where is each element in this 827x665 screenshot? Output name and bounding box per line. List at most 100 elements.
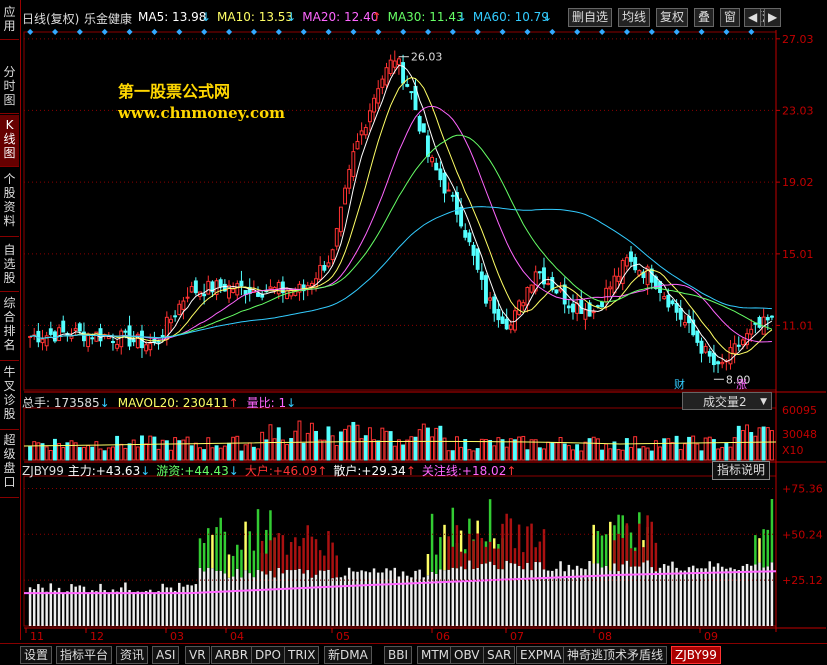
indicator-bar-white <box>588 561 591 626</box>
bottom-tab-4[interactable]: VR <box>185 646 210 664</box>
bottom-tab-7[interactable]: TRIX <box>284 646 320 664</box>
indicator-bar-white <box>327 569 330 626</box>
indicator-bar-white <box>443 570 446 626</box>
indicator-bar-white <box>621 564 624 626</box>
candle-body <box>504 318 509 330</box>
bottom-tab-3[interactable]: ASI <box>152 646 180 664</box>
bottom-tab-1[interactable]: 指标平台 <box>56 646 113 664</box>
signal-diamond-icon: ◆ <box>127 27 134 36</box>
indicator-bar-white <box>704 568 707 626</box>
indicator-bar-white <box>198 567 202 626</box>
indicator-bar-white <box>178 582 181 626</box>
indicator-bar-white <box>737 569 741 626</box>
bottom-tab-13[interactable]: EXPMA <box>516 646 566 664</box>
signal-diamond-icon: ◆ <box>301 27 308 36</box>
bottom-tab-10[interactable]: MTM <box>417 646 454 664</box>
volume-bar <box>289 438 294 461</box>
left-tab-2[interactable]: K线图 <box>0 115 19 167</box>
bottom-tab-2[interactable]: 资讯 <box>116 646 149 664</box>
signal-diamond-icon: ◆ <box>649 27 656 36</box>
volume-bar <box>571 449 575 461</box>
left-tab-1[interactable]: 分时图 <box>0 62 19 114</box>
indicator-bar-white <box>625 560 629 626</box>
indicator-bar-white <box>725 568 728 626</box>
volume-bar <box>608 448 613 461</box>
indicator-bar-white <box>497 569 500 626</box>
bottom-tab-12[interactable]: SAR <box>483 646 516 664</box>
indicator-bar-white <box>194 584 198 626</box>
indicator-bar-red <box>530 523 533 571</box>
candle-body <box>338 206 343 233</box>
indicator-bar-white <box>240 577 243 626</box>
left-tab-4[interactable]: 自选股 <box>0 240 19 292</box>
candle-body <box>392 60 397 68</box>
candle-body <box>73 328 78 331</box>
indicator-bar-white <box>679 570 682 626</box>
candle-body <box>330 249 335 261</box>
indicator-bar-white <box>505 560 508 626</box>
indicator-bar-white <box>144 591 148 626</box>
bottom-tab-0[interactable]: 设置 <box>20 646 53 664</box>
candle-body <box>479 271 484 280</box>
volume-bar <box>707 436 712 461</box>
indicator-bar-red <box>335 555 339 578</box>
indicator-item-label-3: 散户: <box>333 464 362 478</box>
indicator-axis-label: +25.12 <box>782 574 823 587</box>
bottom-tab-15[interactable]: ZJBY99 <box>671 646 721 664</box>
volume-bar <box>135 446 140 461</box>
volume-bar <box>330 435 335 461</box>
volume-bar <box>94 441 99 461</box>
indicator-bar-white <box>646 560 649 626</box>
candle-body <box>550 277 555 291</box>
price-axis-label: 15.01 <box>782 248 814 261</box>
x-axis-label: 05 <box>336 630 350 640</box>
bottom-tab-5[interactable]: ARBR <box>211 646 253 664</box>
volume-bar <box>280 439 285 461</box>
candle-body <box>343 187 348 205</box>
x-axis-label: 09 <box>704 630 718 640</box>
bottom-tab-11[interactable]: OBV <box>450 646 484 664</box>
left-tab-0[interactable]: 应用 <box>0 2 19 40</box>
bottom-tab-8[interactable]: 新DMA <box>324 646 372 664</box>
indicator-explain-button[interactable]: 指标说明 <box>712 461 771 480</box>
indicator-bar-red <box>463 553 467 570</box>
indicator-bar-white <box>132 591 135 626</box>
ma-line-30 <box>30 134 773 339</box>
volume-bar <box>256 448 260 461</box>
left-tab-5[interactable]: 综合排名 <box>0 293 19 361</box>
indicator-bar-green <box>609 521 612 571</box>
candle-body <box>347 169 352 189</box>
indicator-bar-red <box>323 555 326 571</box>
left-tab-7[interactable]: 超级盘口 <box>0 430 19 498</box>
signal-diamond-icon: ◆ <box>748 27 755 36</box>
indicator-bar-white <box>683 570 687 626</box>
volume-indicator-dropdown[interactable]: 成交量2 ▼ <box>682 392 772 410</box>
bottom-tab-9[interactable]: BBI <box>384 646 413 664</box>
bottom-tab-14[interactable]: 神奇逃顶术矛盾线 <box>563 646 668 664</box>
indicator-bar-white <box>389 570 392 626</box>
indicator-bar-red <box>542 529 546 570</box>
volume-bar <box>297 420 302 461</box>
indicator-item-label-0: 主力: <box>67 464 96 478</box>
candle-body <box>769 315 774 318</box>
indicator-arrow-icon-3: ↑ <box>405 464 416 478</box>
indicator-bar-red <box>459 551 463 567</box>
x-axis-label: 11 <box>30 630 44 640</box>
indicator-bar-green <box>430 513 434 572</box>
indicator-bar-white <box>289 570 293 626</box>
indicator-bar-white <box>347 567 351 626</box>
volume-bar <box>662 438 667 461</box>
candle-body <box>115 343 120 349</box>
indicator-bar-white <box>231 576 235 626</box>
indicator-bar-white <box>318 570 322 626</box>
indicator-bar-white <box>538 562 542 626</box>
signal-diamond-icon: ◆ <box>425 27 432 36</box>
volume-bar <box>504 446 509 461</box>
left-tab-6[interactable]: 牛叉诊股 <box>0 362 19 430</box>
indicator-bar-white <box>393 567 397 626</box>
candle-body <box>740 339 745 346</box>
left-tab-3[interactable]: 个股资料 <box>0 169 19 237</box>
indicator-bar-white <box>256 569 260 626</box>
bottom-tab-6[interactable]: DPO <box>251 646 285 664</box>
signal-diamond-icon: ◆ <box>201 27 208 36</box>
